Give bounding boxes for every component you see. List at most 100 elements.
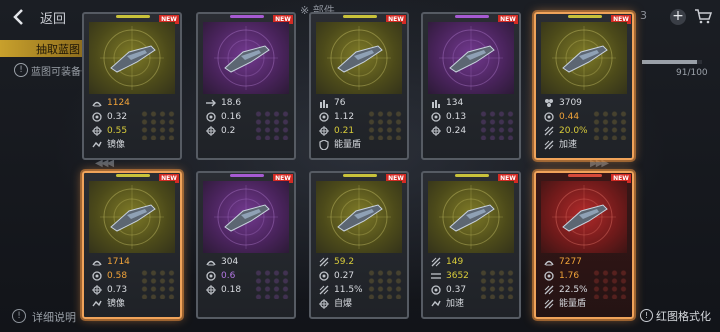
ship-art [428,22,514,94]
skill-icon [92,140,102,150]
ship-art [541,181,627,253]
blueprint-card[interactable]: NEW 149 3652 0.37 加速 [421,171,521,319]
stat-value: 0.55 [107,126,128,136]
burst-icon [544,299,554,309]
stat-value: 0.2 [221,126,236,136]
rarity-bar [568,174,602,177]
crosshair-icon [206,285,216,295]
format-label[interactable]: 红图格式化 [656,308,711,324]
stat-row: 59.2 [319,255,405,269]
progress-text: 91/100 [676,68,708,78]
stat-row: 0.16 [206,110,292,124]
ship-icon [214,185,278,249]
resource-count: 3 [640,9,647,22]
stat-row: 0.6 [206,269,292,283]
stat-row: 镜像 [92,297,178,311]
ship-icon [327,26,391,90]
stat-row: 镜像 [92,138,178,152]
stat-row: 1.12 [319,110,405,124]
ship-art [316,22,402,94]
ship-icon [327,185,391,249]
stat-value: 18.6 [221,98,242,108]
detail-label[interactable]: 详细说明 [32,309,76,325]
crosshair-icon [319,126,329,136]
stat-row: 134 [431,96,517,110]
ship-art [541,22,627,94]
crosshair-icon [92,126,102,136]
stat-row: 能量盾 [544,297,630,311]
cart-icon[interactable] [694,8,712,24]
stat-row: 18.6 [206,96,292,110]
ship-icon [214,26,278,90]
hull-icon [206,257,216,267]
blueprint-card[interactable]: NEW 18.6 0.16 0.2 [196,12,296,160]
stat-value: 304 [221,257,239,267]
stat-value: 3652 [446,271,469,281]
stat-row: 0.37 [431,283,517,297]
stat-row: 0.18 [206,283,292,297]
blueprint-card[interactable]: NEW 304 0.6 0.18 [196,171,296,319]
stat-list: 3709 0.44 20.0% 加速 [544,96,630,152]
ship-art [316,181,402,253]
progress-fill [642,60,697,64]
stat-value: 0.37 [446,285,467,295]
stat-row: 0.55 [92,124,178,138]
rarity-bar [343,15,377,18]
crosshair-icon [206,126,216,136]
blueprint-card[interactable]: NEW 1124 0.32 0.55 镜像 [82,12,182,160]
speed-icon [92,271,102,281]
bars-icon [319,98,329,108]
stat-row: 3652 [431,269,517,283]
shield-icon [319,139,329,151]
ship-art [89,181,175,253]
speed-icon [319,271,329,281]
hull-icon [92,98,102,108]
rarity-bar [455,174,489,177]
stat-value: 59.2 [334,257,355,267]
speed-icon [206,112,216,122]
back-button[interactable] [8,6,30,28]
back-label[interactable]: 返回 [40,8,66,27]
blueprint-card[interactable]: NEW 59.2 0.27 11.5% 自爆 [309,171,409,319]
stat-value: 能量盾 [559,299,587,309]
stat-value: 0.6 [221,271,236,281]
crosshair-icon [431,126,441,136]
speed-icon [544,271,554,281]
stat-row: 0.73 [92,283,178,297]
blueprint-card[interactable]: NEW 7277 1.76 22.5% 能量盾 [534,171,634,319]
add-resource-button[interactable]: + [670,9,686,25]
stat-value: 20.0% [559,126,588,136]
stat-value: 0.21 [334,126,355,136]
stat-value: 0.73 [107,285,128,295]
arrow-icon [206,98,216,108]
stat-list: 149 3652 0.37 加速 [431,255,517,311]
stat-value: 0.18 [221,285,242,295]
stat-value: 0.24 [446,126,467,136]
stat-value: 0.44 [559,112,580,122]
stat-list: 1124 0.32 0.55 镜像 [92,96,178,152]
blueprint-card[interactable]: NEW 3709 0.44 20.0% 加速 [534,12,634,160]
stat-row: 0.24 [431,124,517,138]
stat-value: 0.27 [334,271,355,281]
stat-list: 59.2 0.27 11.5% 自爆 [319,255,405,311]
stat-value: 149 [446,257,464,267]
info-icon: ! [12,309,26,323]
stat-value: 11.5% [334,285,363,295]
stat-value: 0.32 [107,112,128,122]
stat-row: 能量盾 [319,138,405,152]
stat-value: 76 [334,98,346,108]
ship-art [203,181,289,253]
blueprint-card[interactable]: NEW 1714 0.58 0.73 镜像 [82,171,182,319]
stat-row: 1124 [92,96,178,110]
skill-icon [431,299,441,309]
blueprint-card[interactable]: NEW 134 0.13 0.24 [421,12,521,160]
hull-icon [92,257,102,267]
rarity-bar [455,15,489,18]
blueprint-card[interactable]: NEW 76 1.12 0.21 能量盾 [309,12,409,160]
stat-list: 1714 0.58 0.73 镜像 [92,255,178,311]
rarity-bar [568,15,602,18]
chevron-left-icon [13,9,23,25]
stat-row: 0.32 [92,110,178,124]
burst-icon [431,257,441,267]
stat-value: 1124 [107,98,130,108]
